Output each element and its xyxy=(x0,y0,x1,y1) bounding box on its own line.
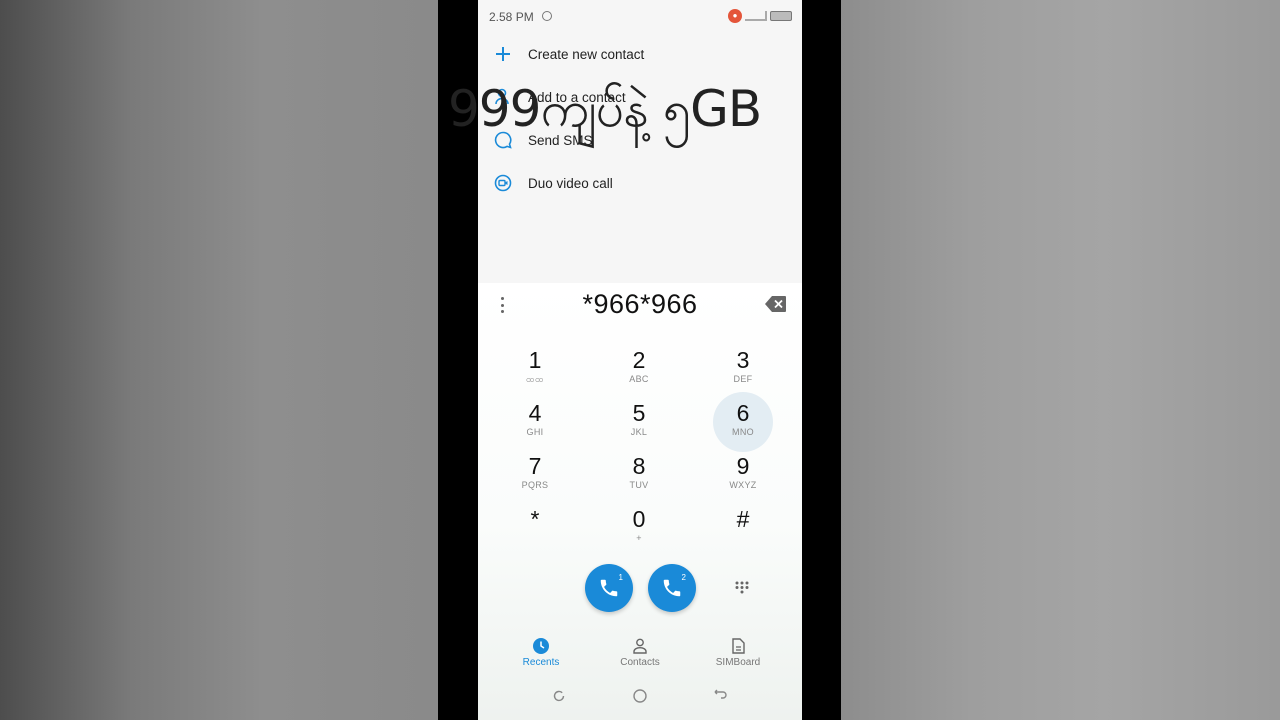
key-letters: ABC xyxy=(629,374,649,384)
back-icon[interactable] xyxy=(712,688,728,704)
clock-icon xyxy=(533,638,549,654)
key-letters: TUV xyxy=(629,480,649,490)
nav-label: Recents xyxy=(522,657,560,668)
key-letters: PQRS xyxy=(521,480,549,490)
nav-label: SIMBoard xyxy=(715,657,761,668)
key-digit: 7 xyxy=(528,453,542,479)
status-indicators: ● xyxy=(728,9,792,23)
duo-video-call-option[interactable]: Duo video call xyxy=(478,165,802,201)
sim-card-icon xyxy=(732,638,745,654)
option-label: Duo video call xyxy=(528,175,613,191)
key-digit: 6 xyxy=(736,400,750,426)
screen-record-icon xyxy=(542,11,552,21)
status-bar: 2.58 PM ● xyxy=(478,0,802,32)
plus-icon xyxy=(496,47,510,61)
option-label: Create new contact xyxy=(528,46,645,62)
person-icon xyxy=(633,638,647,654)
overlay-caption: 999ကျပ်နဲ့ ၅GB xyxy=(448,80,762,138)
key-letters: JKL xyxy=(630,427,648,437)
key-letters: DEF xyxy=(733,374,753,384)
status-time: 2.58 PM xyxy=(489,10,534,24)
bottom-navigation: Recents Contacts SIMBoard xyxy=(478,637,802,677)
key-digit: 4 xyxy=(528,400,542,426)
key-digit: 1 xyxy=(528,347,542,373)
key-digit: 9 xyxy=(736,453,750,479)
key-digit: 8 xyxy=(632,453,646,479)
dial-key-0[interactable]: 0 + xyxy=(609,506,669,556)
home-icon[interactable] xyxy=(632,688,648,704)
dial-key-8[interactable]: 8 TUV xyxy=(609,453,669,503)
key-letters: + xyxy=(636,533,642,543)
dialed-number: *966*966 xyxy=(582,289,698,319)
call-sim2-button[interactable]: 2 xyxy=(648,564,696,612)
dial-key-9[interactable]: 9 WXYZ xyxy=(713,453,773,503)
duo-icon xyxy=(494,174,512,192)
key-digit: 3 xyxy=(736,347,750,373)
key-letters: GHI xyxy=(526,427,544,437)
key-letters: ထထ xyxy=(525,374,544,384)
dial-key-6[interactable]: 6 MNO xyxy=(713,392,773,452)
recent-apps-icon[interactable] xyxy=(551,688,567,704)
key-letters: WXYZ xyxy=(729,480,757,490)
dial-key-4[interactable]: 4 GHI xyxy=(505,400,565,450)
system-navigation-bar xyxy=(478,688,802,708)
battery-icon xyxy=(770,11,792,21)
dial-key-2[interactable]: 2 ABC xyxy=(609,347,669,397)
dial-key-5[interactable]: 5 JKL xyxy=(609,400,669,450)
key-digit: # xyxy=(736,506,750,532)
key-digit: 0 xyxy=(632,506,646,532)
call-sim1-button[interactable]: 1 xyxy=(585,564,633,612)
dial-key-1[interactable]: 1 ထထ xyxy=(505,347,565,397)
phone-icon xyxy=(600,579,618,597)
signal-icon xyxy=(745,11,767,21)
phone-icon xyxy=(663,579,681,597)
key-digit: * xyxy=(530,506,540,532)
dialer-panel: *966*966 1 ထထ 2 ABC 3 DEF 4 GHI 5 JKL 6 … xyxy=(478,283,802,720)
key-digit: 2 xyxy=(632,347,646,373)
background-left xyxy=(0,0,438,720)
key-letters: MNO xyxy=(732,427,754,437)
key-digit: 5 xyxy=(632,400,646,426)
background-right xyxy=(841,0,1280,720)
nav-label: Contacts xyxy=(620,657,660,668)
backspace-icon[interactable] xyxy=(765,295,787,313)
sim-number: 1 xyxy=(618,573,623,582)
sim-number: 2 xyxy=(681,573,686,582)
nav-contacts[interactable]: Contacts xyxy=(600,637,680,668)
dial-key-hash[interactable]: # xyxy=(713,506,773,556)
dial-key-7[interactable]: 7 PQRS xyxy=(505,453,565,503)
dial-key-star[interactable]: * xyxy=(505,506,565,556)
nav-simboard[interactable]: SIMBoard xyxy=(698,637,778,668)
dial-key-3[interactable]: 3 DEF xyxy=(713,347,773,397)
dialpad-grid-icon[interactable] xyxy=(734,580,750,594)
nav-recents[interactable]: Recents xyxy=(501,637,581,668)
create-new-contact-option[interactable]: Create new contact xyxy=(478,36,802,72)
recording-indicator-icon: ● xyxy=(728,9,742,23)
